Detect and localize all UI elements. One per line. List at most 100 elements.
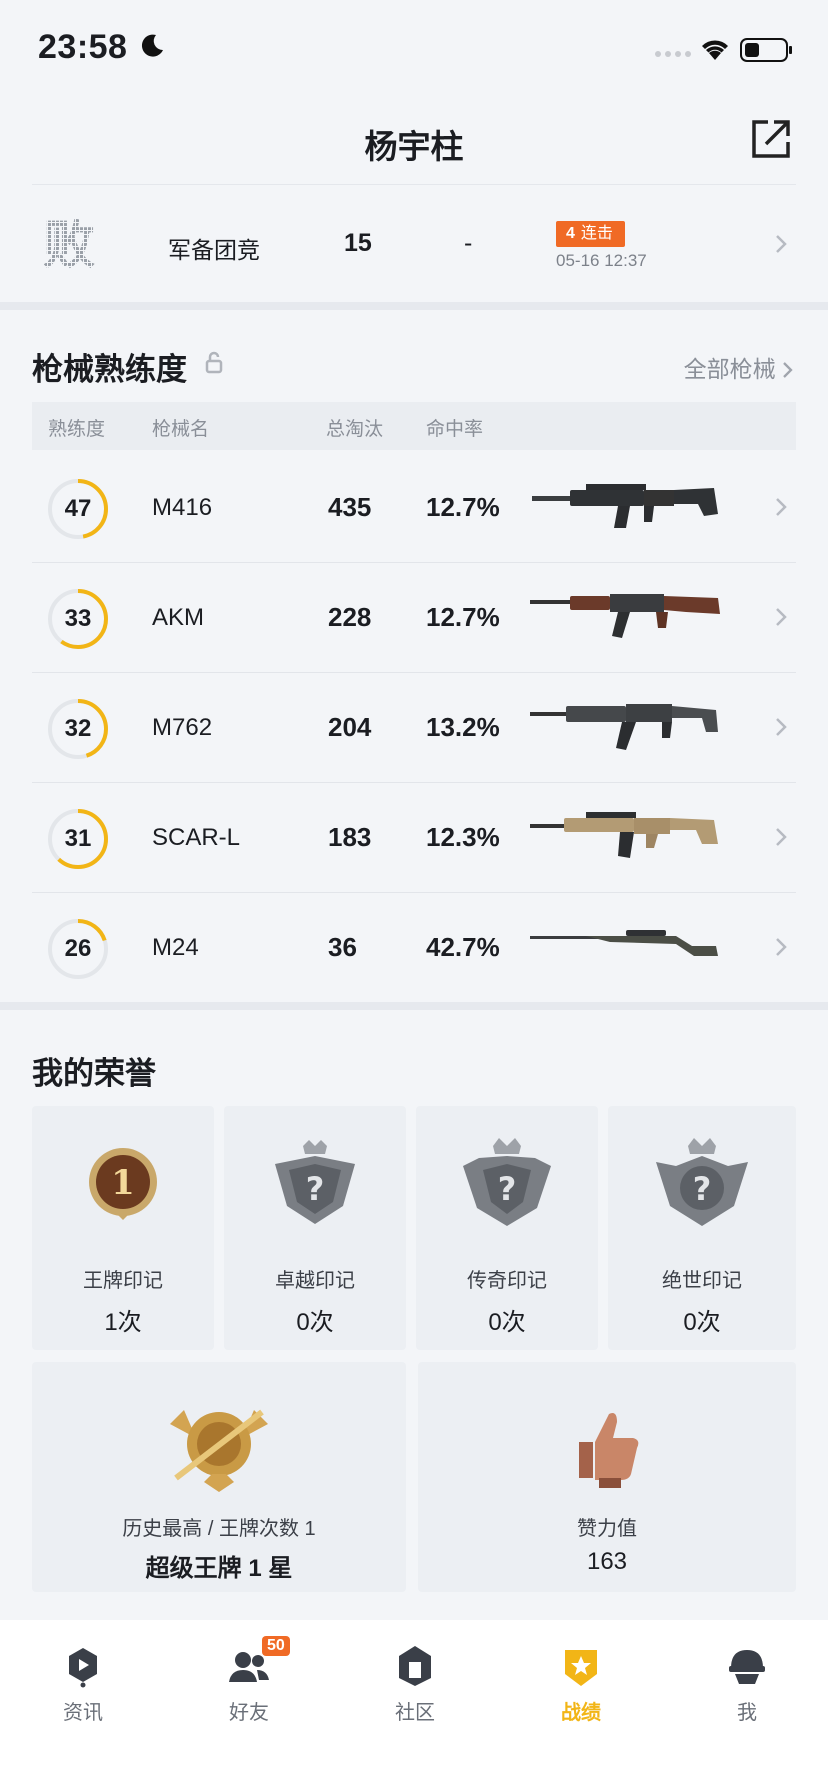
weapon-row-scar-l[interactable]: 31 SCAR-L 183 12.3%	[32, 782, 796, 893]
match-time: 05-16 12:37	[556, 251, 647, 270]
weapons-section-title: 枪械熟练度	[32, 352, 187, 387]
chevron-right-icon	[776, 608, 787, 626]
all-weapons-label: 全部枪械	[683, 356, 776, 382]
status-bar: 23:58	[0, 0, 828, 100]
svg-text:?: ?	[498, 1170, 517, 1208]
peerless-mark-icon: ?	[656, 1138, 748, 1226]
super-ace-badge-icon	[170, 1409, 268, 1492]
honor-card-legend[interactable]: ? 传奇印记 0次	[416, 1106, 598, 1350]
match-kills: 15	[344, 229, 372, 257]
record-icon	[565, 1650, 597, 1686]
likes-card[interactable]: 赞力值 163	[418, 1362, 796, 1592]
weapon-name: M24	[152, 934, 199, 961]
svg-text:?: ?	[693, 1170, 712, 1208]
chevron-right-icon	[776, 718, 787, 736]
weapon-hit-rate: 12.7%	[426, 492, 500, 522]
tab-label: 好友	[229, 1702, 269, 1724]
weapon-hit-rate: 12.3%	[426, 822, 500, 852]
col-proficiency: 熟练度	[48, 419, 106, 440]
all-weapons-link[interactable]: 全部枪械	[684, 350, 794, 384]
community-icon	[399, 1646, 431, 1686]
last-match-row[interactable]: 败 军备团竞 15 - 4 连击 05-16 12:37	[32, 184, 796, 305]
weapon-name: M762	[152, 714, 213, 741]
honor-card-excellent[interactable]: ? 卓越印记 0次	[224, 1106, 406, 1350]
tab-label: 战绩	[561, 1702, 601, 1724]
honor-count: 0次	[488, 1309, 526, 1336]
weapon-row-m24[interactable]: 26 M24 36 42.7%	[32, 892, 796, 1002]
status-time: 23:58	[38, 28, 128, 66]
honor-card-ace[interactable]: 1 王牌印记 1次	[32, 1106, 214, 1350]
sniper-rifle-image	[530, 930, 718, 956]
honor-label: 绝世印记	[662, 1270, 742, 1292]
ace-mark-icon: 1	[89, 1148, 157, 1220]
section-divider	[0, 302, 828, 310]
weapon-hit-rate: 13.2%	[426, 712, 500, 742]
tab-community[interactable]: 社区	[332, 1620, 498, 1740]
col-kills: 总淘汰	[326, 419, 384, 440]
legend-mark-icon: ?	[463, 1138, 551, 1226]
likes-value: 163	[586, 1548, 628, 1575]
streak-count: 4	[566, 225, 575, 242]
streak-label: 连击	[580, 225, 613, 242]
honor-label: 卓越印记	[275, 1270, 355, 1292]
match-rank: -	[464, 229, 473, 257]
rifle-image	[532, 484, 718, 528]
weapons-table-header: 熟练度 枪械名 总淘汰 命中率	[32, 402, 796, 450]
proficiency-value: 31	[64, 825, 92, 852]
proficiency-value: 33	[64, 605, 92, 632]
tab-friends[interactable]: 50 好友	[166, 1620, 332, 1740]
weapon-name: SCAR-L	[152, 824, 241, 851]
proficiency-value: 32	[64, 715, 92, 742]
streak-badge: 4 连击	[556, 221, 625, 247]
section-divider	[0, 1002, 828, 1010]
lock-icon[interactable]	[204, 350, 224, 374]
battery-icon	[740, 38, 792, 62]
match-mode: 军备团竞	[168, 237, 260, 263]
highest-rank-value: 超级王牌 1 星	[145, 1555, 293, 1582]
result-text: 败	[43, 216, 95, 273]
chevron-right-icon	[776, 938, 787, 956]
defeat-badge: 败	[43, 216, 95, 273]
weapon-hit-rate: 42.7%	[426, 932, 500, 962]
honor-card-peerless[interactable]: ? 绝世印记 0次	[608, 1106, 796, 1350]
weapon-kills: 36	[328, 932, 357, 962]
page-header: 杨宇柱	[0, 100, 828, 190]
rifle-image	[530, 704, 718, 750]
wifi-icon	[702, 40, 728, 60]
weapon-kills: 228	[328, 602, 372, 632]
news-icon	[69, 1648, 97, 1688]
weapon-row-m762[interactable]: 32 M762 204 13.2%	[32, 672, 796, 783]
share-icon[interactable]	[748, 116, 794, 162]
proficiency-value: 26	[64, 935, 92, 962]
chevron-right-icon	[776, 828, 787, 846]
thumbs-up-icon	[579, 1413, 639, 1488]
profile-icon	[729, 1650, 765, 1684]
weapon-kills: 435	[328, 492, 372, 522]
proficiency-value: 47	[64, 495, 92, 522]
rifle-image	[530, 594, 720, 638]
friends-badge: 50	[262, 1636, 290, 1656]
honor-count: 0次	[683, 1309, 721, 1336]
highest-rank-label: 历史最高 / 王牌次数 1	[122, 1518, 316, 1540]
bottom-tab-bar: 资讯 50 好友 社区 战绩 我	[0, 1620, 828, 1792]
weapon-name: M416	[152, 494, 213, 521]
tab-label: 社区	[395, 1702, 435, 1724]
honor-count: 0次	[296, 1309, 334, 1336]
svg-text:1: 1	[111, 1163, 135, 1203]
weapon-kills: 183	[328, 822, 372, 852]
weapon-name: AKM	[152, 604, 205, 631]
tab-profile[interactable]: 我	[664, 1620, 828, 1740]
honor-label: 王牌印记	[83, 1270, 163, 1292]
highest-rank-card[interactable]: 历史最高 / 王牌次数 1 超级王牌 1 星	[32, 1362, 406, 1592]
weapon-row-m416[interactable]: 47 M416 435 12.7%	[32, 452, 796, 563]
tab-label: 我	[737, 1702, 757, 1724]
honor-label: 传奇印记	[467, 1270, 547, 1292]
tab-record[interactable]: 战绩	[498, 1620, 664, 1740]
rifle-image	[530, 812, 718, 858]
weapon-hit-rate: 12.7%	[426, 602, 500, 632]
tab-news[interactable]: 资讯	[0, 1620, 166, 1740]
honor-count: 1次	[104, 1309, 142, 1336]
chevron-right-icon	[776, 498, 787, 516]
likes-label: 赞力值	[577, 1518, 637, 1540]
weapon-row-akm[interactable]: 33 AKM 228 12.7%	[32, 562, 796, 673]
